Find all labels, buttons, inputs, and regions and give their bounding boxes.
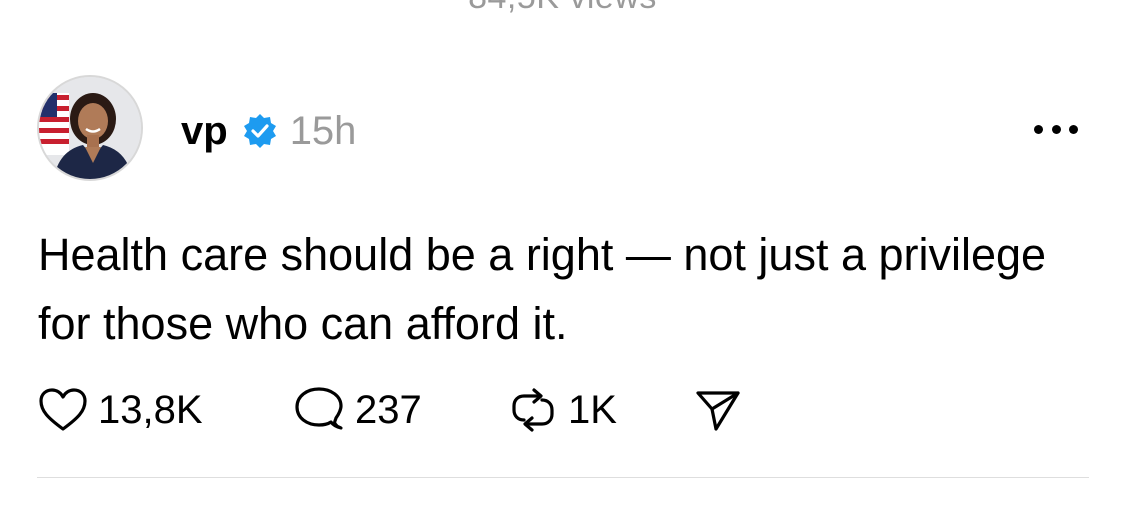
reply-count: 237 bbox=[355, 388, 422, 432]
like-button[interactable]: 13,8K bbox=[38, 382, 293, 438]
profile-photo bbox=[39, 77, 141, 179]
repost-icon bbox=[512, 388, 554, 432]
post-timestamp: 15h bbox=[289, 109, 357, 153]
comment-icon bbox=[295, 387, 343, 430]
repost-count: 1K bbox=[568, 388, 617, 432]
post-text: Health care should be a right — not just… bbox=[38, 229, 1047, 349]
username[interactable]: vp bbox=[181, 106, 228, 156]
post-card: vp 15h Health care should be a right — n… bbox=[0, 0, 1125, 515]
verified-badge-icon bbox=[242, 113, 278, 149]
more-dots-icon bbox=[1034, 124, 1043, 134]
like-count: 13,8K bbox=[98, 388, 203, 432]
share-button[interactable] bbox=[694, 382, 742, 438]
avatar[interactable] bbox=[37, 75, 143, 181]
heart-icon bbox=[39, 388, 87, 431]
send-icon bbox=[696, 391, 740, 431]
reply-button[interactable]: 237 bbox=[293, 382, 508, 438]
post-actions: 13,8K 237 1K bbox=[38, 382, 742, 438]
post-header: vp 15h bbox=[181, 106, 356, 156]
more-options-button[interactable] bbox=[1034, 120, 1078, 138]
divider bbox=[37, 477, 1089, 478]
repost-button[interactable]: 1K bbox=[508, 382, 694, 438]
